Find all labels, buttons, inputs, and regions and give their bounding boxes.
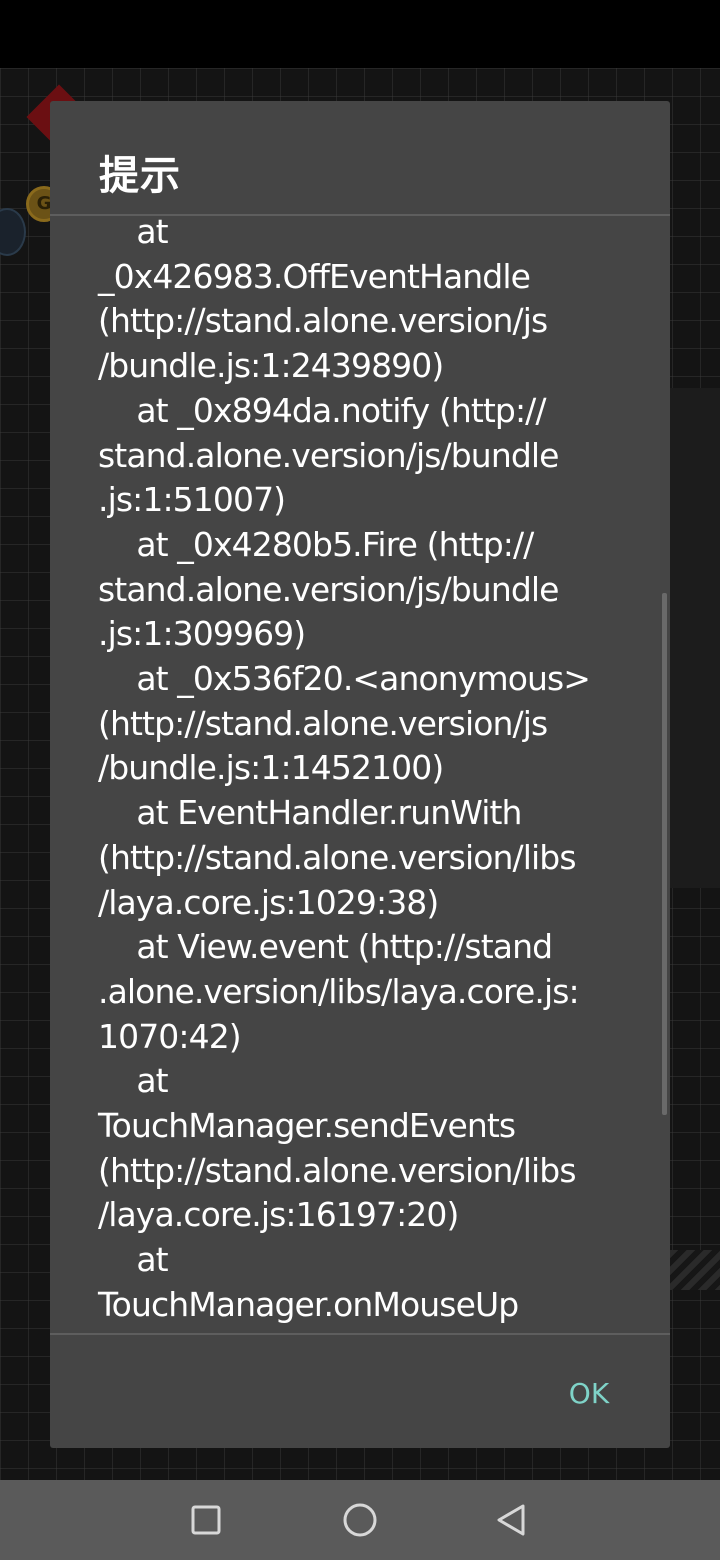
game-side-panel bbox=[670, 388, 720, 888]
home-icon bbox=[343, 1503, 377, 1537]
scrollbar-thumb[interactable] bbox=[662, 593, 667, 1115]
ok-button[interactable]: OK bbox=[539, 1363, 639, 1423]
message-scroll-area[interactable]: at _0x426983.OffEventHandle (http://stan… bbox=[50, 216, 670, 1333]
back-button[interactable] bbox=[490, 1498, 534, 1542]
navigation-bar bbox=[0, 1480, 720, 1560]
recents-icon bbox=[191, 1505, 221, 1535]
game-avatar bbox=[0, 208, 26, 256]
recents-button[interactable] bbox=[184, 1498, 228, 1542]
alert-dialog: 提示 at _0x426983.OffEventHandle (http://s… bbox=[50, 101, 670, 1448]
dialog-title: 提示 bbox=[99, 153, 181, 199]
back-icon bbox=[497, 1504, 525, 1536]
game-hatch-decoration bbox=[670, 1250, 720, 1290]
status-bar bbox=[0, 0, 720, 68]
home-button[interactable] bbox=[338, 1498, 382, 1542]
error-stack-trace: at _0x426983.OffEventHandle (http://stan… bbox=[98, 216, 591, 1324]
button-divider bbox=[50, 1333, 670, 1335]
